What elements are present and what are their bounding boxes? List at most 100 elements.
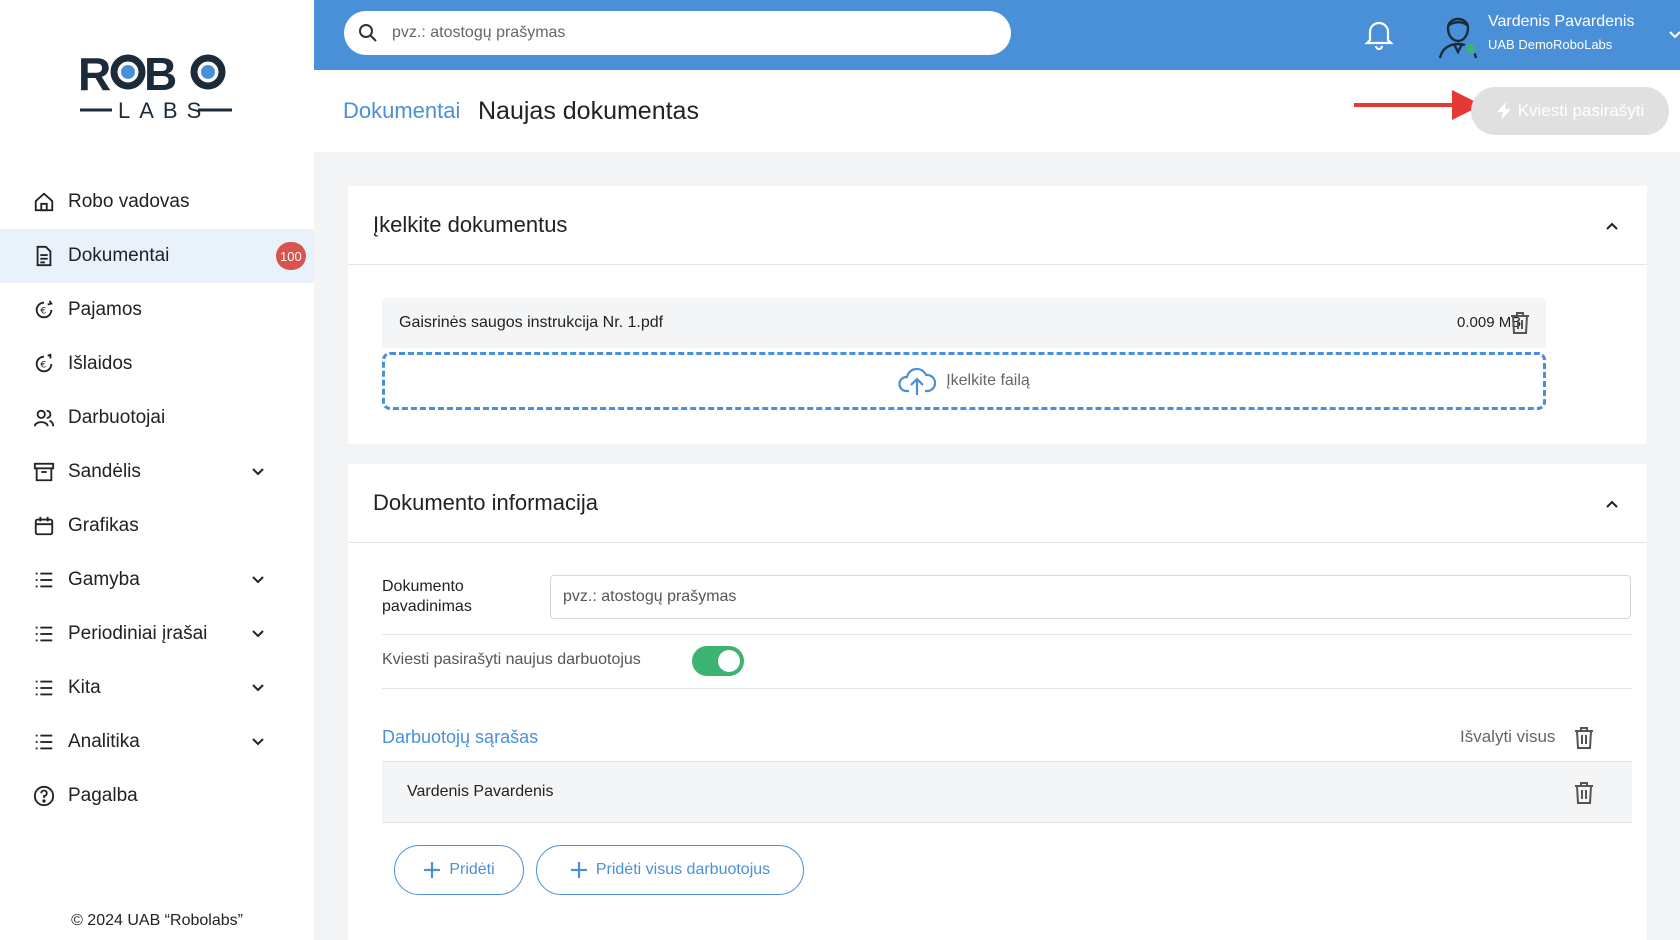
sidebar: R B LABS Robo vadovas Dokumentai 100 € P… <box>0 0 314 940</box>
lightning-icon <box>1496 102 1511 120</box>
info-card-title: Dokumento informacija <box>373 490 598 515</box>
sidebar-item-dokumentai[interactable]: Dokumentai 100 <box>0 229 314 283</box>
sidebar-item-label: Kita <box>68 677 101 698</box>
sidebar-item-gamyba[interactable]: Gamyba <box>0 553 314 607</box>
list-icon <box>32 568 56 592</box>
svg-text:LABS: LABS <box>118 98 210 123</box>
home-icon <box>32 190 56 214</box>
list-icon <box>32 622 56 646</box>
sidebar-item-islaidos[interactable]: € Išlaidos <box>0 337 314 391</box>
uploaded-file-name[interactable]: Gaisrinės saugos instrukcija Nr. 1.pdf <box>399 314 663 332</box>
sidebar-item-label: Pajamos <box>68 299 142 320</box>
online-status-indicator <box>1464 42 1477 55</box>
list-icon <box>32 676 56 700</box>
sidebar-item-label: Robo vadovas <box>68 191 190 212</box>
plus-icon <box>570 862 587 878</box>
sidebar-item-pagalba[interactable]: Pagalba <box>0 769 314 823</box>
table-row: Vardenis Pavardenis <box>382 762 1632 822</box>
page-title: Naujas dokumentas <box>478 97 699 125</box>
chevron-down-icon[interactable] <box>1668 28 1680 42</box>
sidebar-item-label: Darbuotojai <box>68 407 166 428</box>
file-dropzone[interactable]: Įkelkite failą <box>382 352 1546 410</box>
toggle-knob <box>718 650 740 672</box>
user-organization: UAB DemoRoboLabs <box>1488 37 1613 52</box>
divider <box>382 688 1632 689</box>
chevron-down-icon[interactable] <box>250 734 266 750</box>
copyright-text: © 2024 UAB “Robolabs” <box>71 912 243 929</box>
svg-text:R: R <box>78 48 111 100</box>
sidebar-item-label: Dokumentai <box>68 245 170 266</box>
sidebar-item-label: Grafikas <box>68 515 139 536</box>
add-employee-button[interactable]: Pridėti <box>394 845 524 895</box>
svg-text:€: € <box>40 360 46 371</box>
add-employee-label: Pridėti <box>449 861 495 878</box>
upload-card-title: Įkelkite dokumentus <box>373 212 568 237</box>
uploaded-file-row: Gaisrinės saugos instrukcija Nr. 1.pdf 0… <box>382 298 1546 348</box>
sidebar-item-label: Periodiniai įrašai <box>68 623 208 644</box>
chevron-up-icon[interactable] <box>1604 218 1620 234</box>
sidebar-item-grafikas[interactable]: Grafikas <box>0 499 314 553</box>
add-all-employees-label: Pridėti visus darbuotojus <box>595 861 771 878</box>
divider <box>382 634 1632 635</box>
sidebar-item-sandelis[interactable]: Sandėlis <box>0 445 314 499</box>
list-icon <box>32 730 56 754</box>
trash-icon[interactable] <box>1509 311 1531 335</box>
chevron-down-icon[interactable] <box>250 572 266 588</box>
help-icon <box>32 784 56 808</box>
avatar[interactable] <box>1432 8 1484 60</box>
robolabs-logo[interactable]: R B LABS <box>78 46 234 126</box>
svg-text:B: B <box>144 48 176 100</box>
add-all-employees-button[interactable]: Pridėti visus darbuotojus <box>536 845 804 895</box>
sidebar-item-label: Sandėlis <box>68 461 141 482</box>
document-info-card: Dokumento informacija Dokumento pavadini… <box>348 464 1647 940</box>
sidebar-item-label: Pagalba <box>68 785 138 806</box>
upload-documents-card: Įkelkite dokumentus Gaisrinės saugos ins… <box>348 186 1647 444</box>
employee-name: Vardenis Pavardenis <box>407 783 554 800</box>
documents-count-badge: 100 <box>276 242 306 270</box>
divider <box>382 822 1632 823</box>
invite-new-employees-label: Kviesti pasirašyti naujus darbuotojus <box>382 651 641 668</box>
chevron-down-icon[interactable] <box>250 464 266 480</box>
bell-icon[interactable] <box>1364 18 1394 50</box>
sidebar-item-analitika[interactable]: Analitika <box>0 715 314 769</box>
search-input[interactable] <box>392 24 972 42</box>
calendar-icon <box>32 514 56 538</box>
invite-new-employees-toggle[interactable] <box>692 646 744 676</box>
sidebar-nav: Robo vadovas Dokumentai 100 € Pajamos € … <box>0 175 314 823</box>
users-icon <box>32 406 56 430</box>
sidebar-item-robo-vadovas[interactable]: Robo vadovas <box>0 175 314 229</box>
sidebar-item-pajamos[interactable]: € Pajamos <box>0 283 314 337</box>
cloud-upload-icon <box>898 367 937 395</box>
page-header: Dokumentai Naujas dokumentas Kviesti pas… <box>314 70 1680 152</box>
document-name-label: Dokumento pavadinimas <box>382 578 472 615</box>
document-name-input[interactable] <box>550 575 1631 619</box>
sidebar-item-kita[interactable]: Kita <box>0 661 314 715</box>
archive-icon <box>32 460 56 484</box>
document-icon <box>32 244 56 268</box>
invite-to-sign-label: Kviesti pasirašyti <box>1517 101 1645 120</box>
chevron-down-icon[interactable] <box>250 680 266 696</box>
svg-text:€: € <box>40 306 46 317</box>
clear-all-button[interactable]: Išvalyti visus <box>1460 727 1555 747</box>
trash-icon[interactable] <box>1573 781 1595 805</box>
invite-to-sign-button[interactable]: Kviesti pasirašyti <box>1471 87 1669 135</box>
sidebar-item-label: Gamyba <box>68 569 140 590</box>
breadcrumb-documents-link[interactable]: Dokumentai <box>343 98 460 124</box>
trash-icon[interactable] <box>1573 726 1595 750</box>
income-icon: € <box>32 298 56 322</box>
main-content: Įkelkite dokumentus Gaisrinės saugos ins… <box>314 152 1680 940</box>
sidebar-item-label: Išlaidos <box>68 353 133 374</box>
divider <box>348 264 1647 265</box>
divider <box>348 542 1647 543</box>
user-name[interactable]: Vardenis Pavardenis <box>1488 13 1634 31</box>
sidebar-item-periodiniai-irasai[interactable]: Periodiniai įrašai <box>0 607 314 661</box>
sidebar-item-darbuotojai[interactable]: Darbuotojai <box>0 391 314 445</box>
red-arrow-annotation <box>1354 90 1482 120</box>
employee-list-title: Darbuotojų sąrašas <box>382 727 539 747</box>
plus-icon <box>424 862 441 878</box>
sidebar-item-label: Analitika <box>68 731 140 752</box>
search-box[interactable] <box>344 11 1011 55</box>
chevron-down-icon[interactable] <box>250 626 266 642</box>
topbar: Vardenis Pavardenis UAB DemoRoboLabs <box>314 0 1680 70</box>
chevron-up-icon[interactable] <box>1604 496 1620 512</box>
